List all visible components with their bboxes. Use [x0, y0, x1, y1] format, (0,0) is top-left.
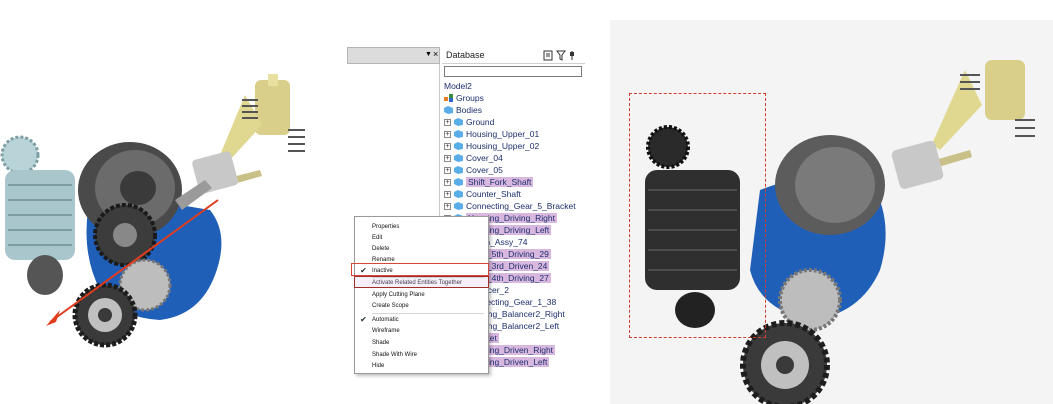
body-cube-icon	[454, 154, 463, 162]
menu-item-label: Delete	[372, 246, 390, 252]
piston-right	[891, 140, 944, 189]
menu-item-label: Shade	[372, 340, 390, 346]
search-input[interactable]	[444, 66, 582, 77]
menu-item-wireframe[interactable]: Wireframe	[355, 326, 488, 337]
tree-body-item[interactable]: + Housing_Upper_01	[444, 128, 539, 140]
piston	[175, 151, 239, 210]
groups-label: Groups	[456, 93, 484, 103]
expand-icon[interactable]: +	[444, 118, 451, 126]
expand-icon[interactable]: +	[444, 202, 451, 210]
body-cube-icon	[454, 142, 463, 150]
tree-body-item[interactable]: + Cover_05	[444, 164, 503, 176]
filter-settings-icon[interactable]	[543, 50, 554, 61]
activate-related-highlight-box	[354, 276, 489, 288]
groups-icon	[444, 94, 453, 102]
tree-groups[interactable]: Groups	[444, 92, 484, 104]
body-cube-icon	[454, 118, 463, 126]
menu-item-shade[interactable]: Shade	[355, 338, 488, 349]
gear-cluster-light	[0, 135, 75, 295]
body-label: Connecting_Gear_5_Bracket	[466, 201, 576, 211]
flywheel-right	[775, 135, 885, 235]
expand-icon[interactable]: +	[444, 142, 451, 150]
secondary-panel-header: ▼ ×	[347, 47, 440, 64]
expand-icon[interactable]: +	[444, 166, 451, 174]
menu-item-label: Edit	[372, 235, 383, 241]
menu-item-create-scope[interactable]: Create Scope	[355, 301, 488, 312]
body-label: Ground	[466, 117, 495, 127]
menu-item-label: Hide	[372, 363, 385, 369]
database-title: Database	[446, 50, 485, 60]
menu-item-label: Automatic	[372, 317, 399, 323]
expand-icon[interactable]: +	[444, 154, 451, 162]
menu-item-label: Shade With Wire	[372, 352, 418, 358]
selection-highlight-box	[629, 93, 766, 338]
body-label: Housing_Upper_01	[466, 129, 540, 139]
body-cube-icon	[454, 202, 463, 210]
menu-item-label: Wireframe	[372, 328, 400, 334]
bodies-label: Bodies	[456, 105, 482, 115]
expand-icon[interactable]: +	[444, 130, 451, 138]
expand-icon[interactable]: +	[444, 190, 451, 198]
tree-body-item[interactable]: + Counter_Shaft	[444, 188, 521, 200]
menu-separator	[372, 313, 484, 314]
tree-body-item[interactable]: + Ground	[444, 116, 494, 128]
body-cube-icon	[454, 130, 463, 138]
filter-icon[interactable]	[556, 50, 566, 61]
body-cube-icon	[454, 178, 463, 186]
menu-item-apply-cutting-plane[interactable]: Apply Cutting Plane	[355, 290, 488, 301]
tree-body-item[interactable]: + Housing_Upper_02	[444, 140, 539, 152]
tree-bodies[interactable]: Bodies	[444, 104, 482, 116]
dropdown-arrow-icon[interactable]: ▼	[425, 51, 432, 58]
body-label: Shift_Fork_Shaft	[466, 177, 534, 187]
menu-item-shade-with-wire[interactable]: Shade With Wire	[355, 350, 488, 361]
checkmark-icon: ✔	[360, 315, 367, 324]
database-header: Database	[442, 47, 585, 64]
bottom-gear	[72, 282, 138, 348]
expand-icon[interactable]: +	[444, 178, 451, 186]
context-menu: Properties Edit Delete Rename ✔ Inactive Activ…	[351, 216, 489, 374]
close-icon[interactable]: ×	[433, 49, 438, 59]
bodies-icon	[444, 106, 453, 114]
menu-item-automatic[interactable]: ✔ Automatic	[355, 315, 488, 326]
tree-body-item[interactable]: + Connecting_Gear_5_Bracket	[444, 200, 576, 212]
tree-body-item[interactable]: + Cover_04	[444, 152, 503, 164]
menu-item-label: Properties	[372, 224, 400, 230]
menu-item-properties[interactable]: Properties	[355, 222, 488, 233]
menu-item-delete[interactable]: Delete	[355, 244, 488, 255]
model-name: Model2	[444, 81, 472, 91]
left-3d-viewport[interactable]	[0, 60, 340, 360]
body-label: Counter_Shaft	[466, 189, 521, 199]
menu-item-label: Apply Cutting Plane	[372, 292, 425, 298]
body-cube-icon	[454, 190, 463, 198]
menu-item-hide[interactable]: Hide	[355, 361, 488, 372]
body-label: Cover_05	[466, 165, 503, 175]
menu-item-edit[interactable]: Edit	[355, 233, 488, 244]
inactive-highlight-box	[351, 263, 489, 276]
pin-icon[interactable]	[568, 50, 576, 61]
tree-body-item[interactable]: + Shift_Fork_Shaft	[444, 176, 534, 188]
body-label: Cover_04	[466, 153, 503, 163]
body-cube-icon	[454, 166, 463, 174]
menu-item-label: Create Scope	[372, 303, 409, 309]
body-label: Housing_Upper_02	[466, 141, 540, 151]
tree-model-root[interactable]: Model2	[444, 80, 472, 92]
